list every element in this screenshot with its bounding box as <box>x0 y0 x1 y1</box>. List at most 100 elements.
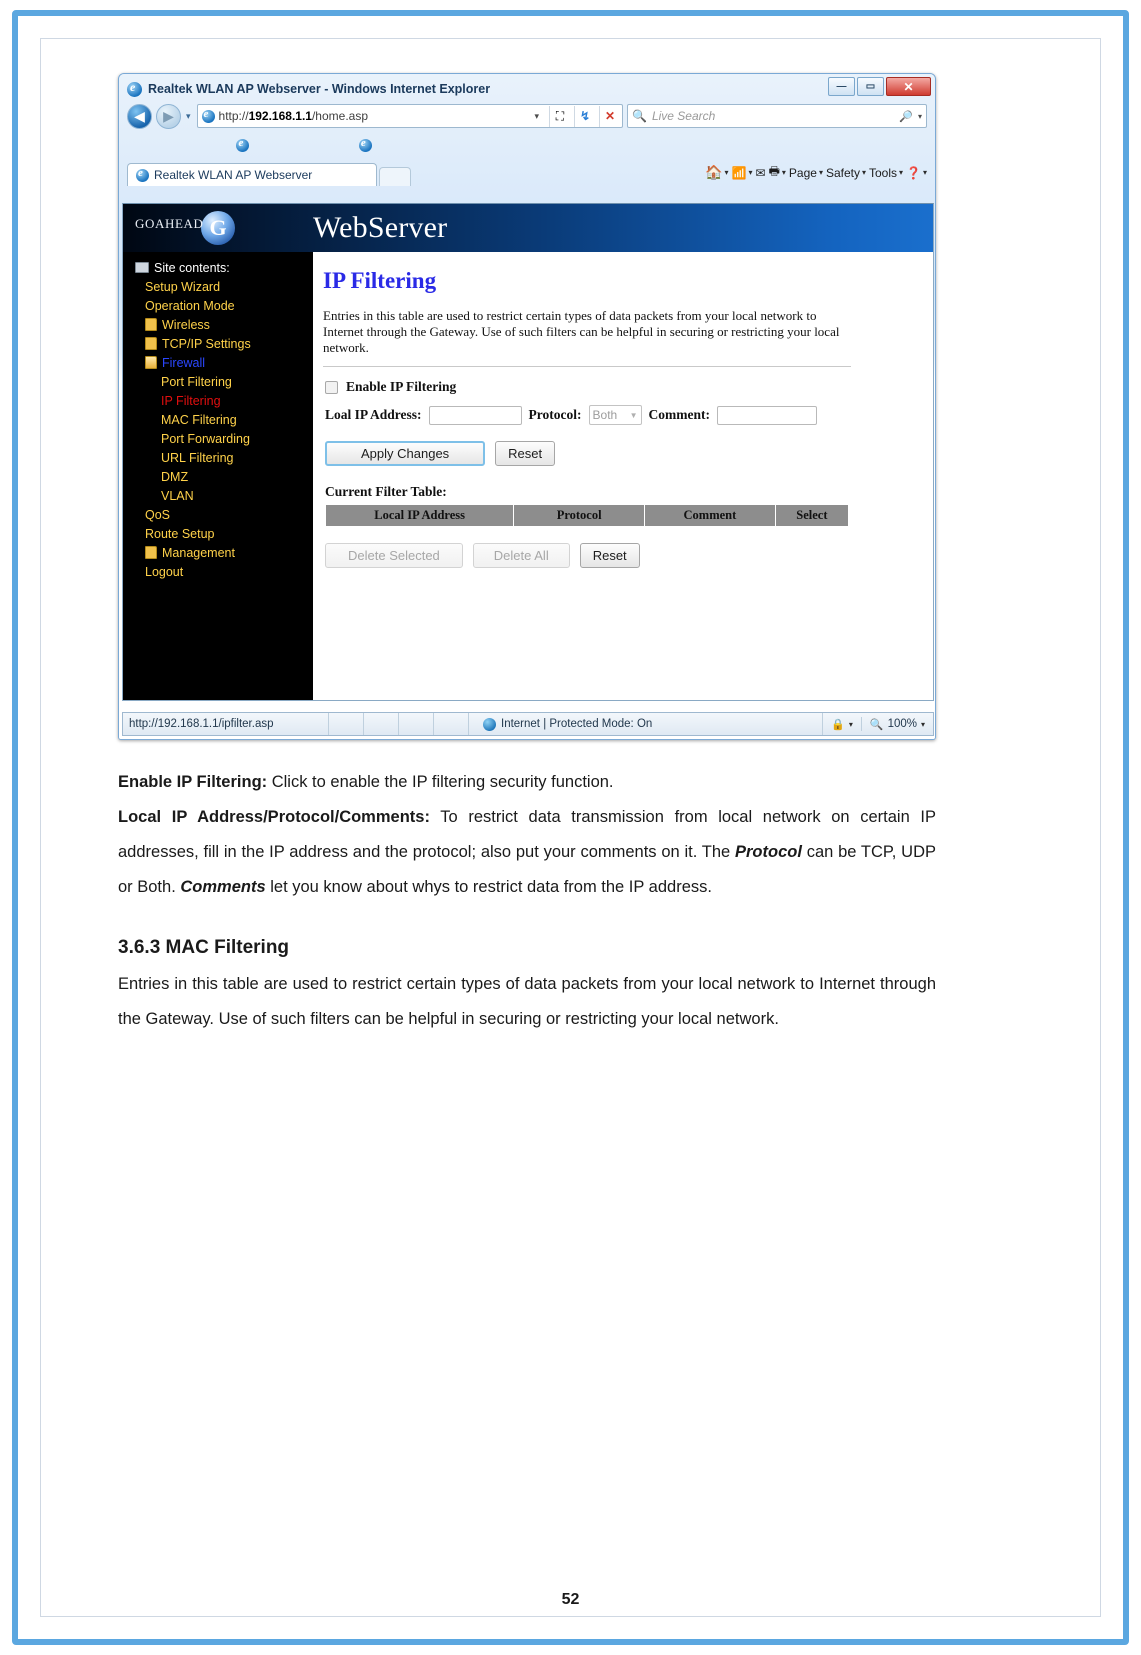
folder-icon <box>145 337 157 350</box>
rss-icon: 📶 <box>731 165 747 180</box>
sidebar-item-label: Management <box>162 545 235 560</box>
internet-explorer-icon <box>127 80 142 97</box>
sidebar-item-firewall[interactable]: Firewall <box>127 353 313 372</box>
enable-ip-filtering-row[interactable]: Enable IP Filtering <box>325 379 915 395</box>
command-bar: 🏠 ▾ 📶 ▾ ✉ 🖶 ▾ Page ▾ Safety ▾ Tools ▾ ❓ ▾ <box>705 162 927 186</box>
sidebar-item-logout[interactable]: Logout <box>127 562 313 581</box>
home-chevron-icon[interactable]: ▾ <box>725 168 729 177</box>
maximize-button[interactable]: ▭ <box>857 77 884 96</box>
sidebar-item-label: DMZ <box>161 469 189 484</box>
term-enable-ip-filtering: Enable IP Filtering: <box>118 773 268 791</box>
home-button[interactable]: 🏠 ▾ <box>705 164 728 181</box>
sidebar-item-label: Port Filtering <box>161 374 232 389</box>
sidebar-item-ip-filtering[interactable]: IP Filtering <box>127 391 313 410</box>
minimize-button[interactable]: — <box>828 77 855 96</box>
computer-icon <box>135 262 149 273</box>
sidebar-item-dmz[interactable]: DMZ <box>127 467 313 486</box>
local-ip-label: Loal IP Address: <box>325 407 422 422</box>
print-chevron-icon[interactable]: ▾ <box>782 168 786 177</box>
zoom-chevron-icon[interactable]: ▾ <box>921 720 925 729</box>
safety-menu[interactable]: Safety ▾ <box>826 166 866 180</box>
search-icon: 🔍 <box>632 109 647 123</box>
sidebar-item-port-forwarding[interactable]: Port Forwarding <box>127 429 313 448</box>
sidebar-item-tcpip-settings[interactable]: TCP/IP Settings <box>127 334 313 353</box>
address-input[interactable]: http://192.168.1.1/home.asp ▾ ⛶ ↯ ✕ <box>196 104 623 128</box>
tools-menu-label: Tools <box>869 165 898 180</box>
read-mail-button[interactable]: ✉ <box>756 166 766 180</box>
apply-changes-button[interactable]: Apply Changes <box>325 441 486 466</box>
print-button[interactable]: 🖶 ▾ <box>769 162 786 183</box>
emphasis-comments: Comments <box>180 878 266 896</box>
filter-entry-row: Loal IP Address: Protocol: Both ▼ Commen… <box>325 405 915 425</box>
sidebar-item-label: Operation Mode <box>145 298 235 313</box>
back-button[interactable]: ◀ <box>127 103 152 129</box>
sidebar-item-url-filtering[interactable]: URL Filtering <box>127 448 313 467</box>
safety-chevron-icon: ▾ <box>861 168 866 177</box>
sidebar-item-setup-wizard[interactable]: Setup Wizard <box>127 277 313 296</box>
tab-favicon-icon <box>136 167 149 182</box>
privacy-shield-icon[interactable]: 🔒 <box>831 718 845 731</box>
sidebar-item-wireless[interactable]: Wireless <box>127 315 313 334</box>
folder-icon <box>145 546 157 559</box>
stop-icon[interactable]: ✕ <box>599 105 620 127</box>
sidebar-item-qos[interactable]: QoS <box>127 505 313 524</box>
safety-menu-label: Safety <box>825 165 860 180</box>
sidebar-item-port-filtering[interactable]: Port Filtering <box>127 372 313 391</box>
comment-input[interactable] <box>717 405 817 425</box>
privacy-chevron-icon[interactable]: ▾ <box>849 720 853 729</box>
sidebar-item-route-setup[interactable]: Route Setup <box>127 524 313 543</box>
tools-menu[interactable]: Tools ▾ <box>869 166 903 180</box>
page-menu-label: Page <box>788 165 817 180</box>
delete-selected-button[interactable]: Delete Selected <box>325 543 463 568</box>
recent-pages-chevron-icon[interactable]: ▾ <box>186 111 191 122</box>
zoom-icon[interactable]: 🔍 <box>870 718 884 731</box>
manual-text: Enable IP Filtering: Click to enable the… <box>118 765 936 1037</box>
security-zone[interactable]: Internet | Protected Mode: On <box>468 713 822 735</box>
refresh-icon[interactable]: ↯ <box>574 105 595 127</box>
table-header-row: Local IP Address Protocol Comment Select <box>324 504 850 527</box>
column-header-select: Select <box>774 504 850 527</box>
page-favicon-icon <box>201 108 215 123</box>
address-bar-row: ◀ ▶ ▾ http://192.168.1.1/home.asp ▾ ⛶ ↯ … <box>119 100 935 132</box>
search-provider-chevron-icon[interactable]: ▾ <box>918 112 922 121</box>
web-slice-gallery-icon <box>358 137 372 152</box>
local-ip-input[interactable] <box>428 405 522 425</box>
forward-button[interactable]: ▶ <box>156 103 181 129</box>
browser-tab[interactable]: Realtek WLAN AP Webserver <box>127 163 377 186</box>
table-reset-button[interactable]: Reset <box>579 543 640 568</box>
new-tab-button[interactable] <box>379 167 411 186</box>
paragraph-mac-filtering-body: Entries in this table are used to restri… <box>118 975 936 1028</box>
address-dropdown-chevron-icon[interactable]: ▾ <box>528 111 545 122</box>
search-input[interactable]: 🔍 Live Search 🔎 ▾ <box>627 104 927 128</box>
browser-window: Realtek WLAN AP Webserver - Windows Inte… <box>118 73 936 740</box>
sidebar-item-label: VLAN <box>161 488 194 503</box>
sidebar-item-label: Logout <box>145 564 184 579</box>
column-header-local-ip: Local IP Address <box>324 504 515 527</box>
sidebar-item-operation-mode[interactable]: Operation Mode <box>127 296 313 315</box>
sidebar-item-management[interactable]: Management <box>127 543 313 562</box>
feeds-chevron-icon[interactable]: ▾ <box>748 168 752 177</box>
close-button[interactable]: ✕ <box>886 77 931 96</box>
sidebar-item-label: Wireless <box>162 317 210 332</box>
sidebar-item-vlan[interactable]: VLAN <box>127 486 313 505</box>
internet-zone-icon <box>483 717 496 731</box>
help-menu[interactable]: ❓ ▾ <box>906 166 927 180</box>
reset-button[interactable]: Reset <box>495 441 556 466</box>
sidebar-item-mac-filtering[interactable]: MAC Filtering <box>127 410 313 429</box>
page-description: Entries in this table are used to restri… <box>323 308 840 355</box>
protocol-select[interactable]: Both ▼ <box>588 405 642 425</box>
page-menu[interactable]: Page ▾ <box>789 166 823 180</box>
enable-ip-filtering-checkbox[interactable] <box>325 380 338 394</box>
status-url: http://192.168.1.1/ipfilter.asp <box>129 718 274 730</box>
search-go-icon[interactable]: 🔎 <box>899 110 913 123</box>
compatibility-view-icon[interactable]: ⛶ <box>549 105 570 127</box>
status-right-group: 🔒 ▾ 🔍 100% ▾ <box>822 713 933 735</box>
feeds-button[interactable]: 📶 ▾ <box>732 166 753 180</box>
current-filter-table-label: Current Filter Table: <box>325 484 447 499</box>
webui-banner: G WebServer <box>123 204 933 252</box>
sidebar-root-label: Site contents: <box>154 260 230 275</box>
delete-all-button[interactable]: Delete All <box>472 543 570 568</box>
sidebar-root: Site contents: <box>127 258 313 277</box>
status-spacer-1 <box>328 713 363 735</box>
webui-body: GOAHEAD Site contents: Setup Wizard Oper… <box>123 216 933 700</box>
